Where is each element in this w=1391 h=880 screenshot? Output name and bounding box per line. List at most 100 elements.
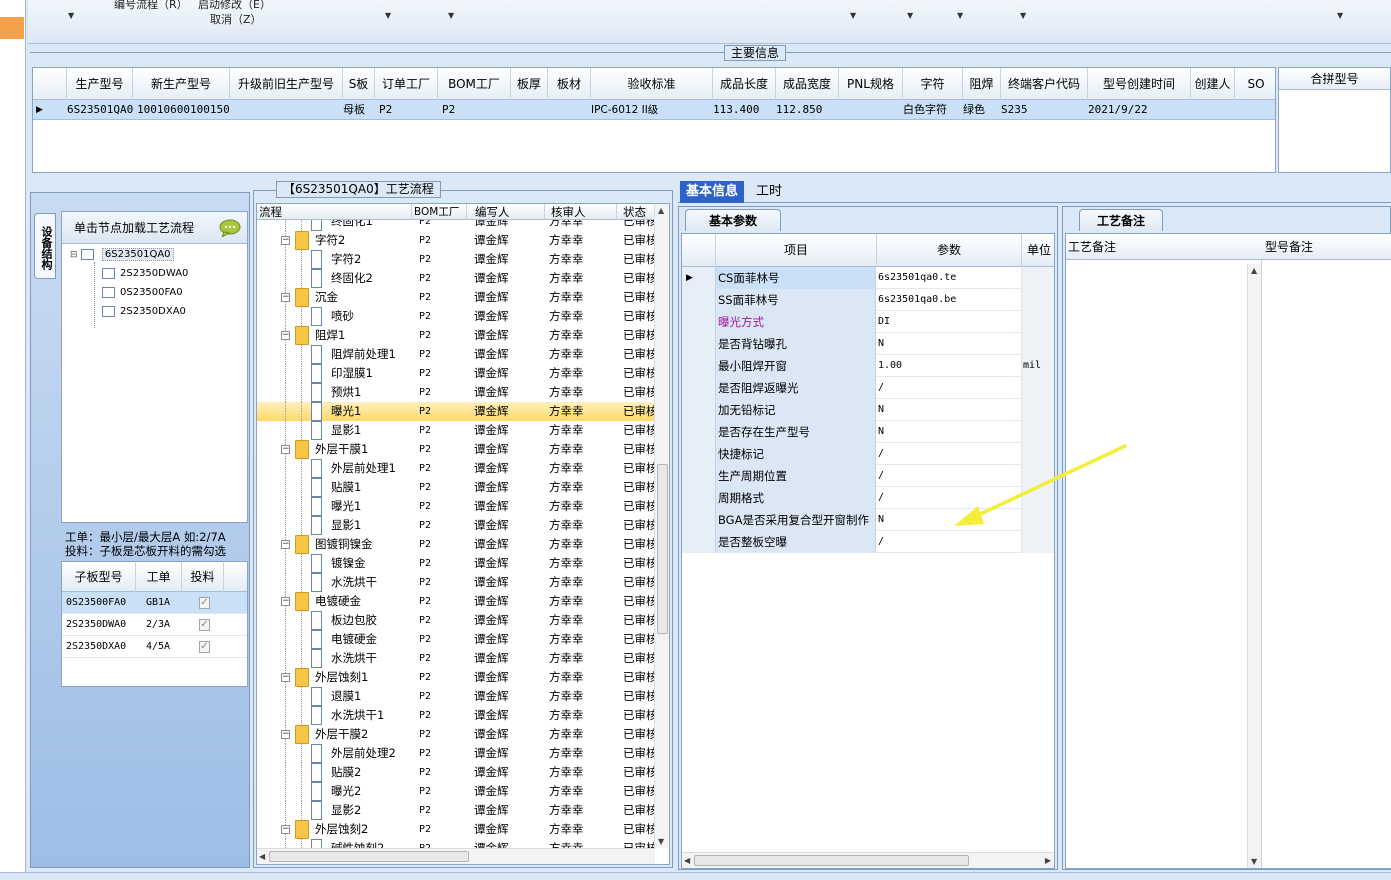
flow-bom-factory[interactable]: P2	[419, 269, 431, 288]
flow-status[interactable]: 已审核	[623, 725, 655, 744]
col-char[interactable]: 字符	[903, 68, 963, 100]
tree-child-node[interactable]: 2S2350DXA0	[102, 303, 186, 321]
flow-reviewer[interactable]: 方幸幸	[549, 744, 584, 763]
flow-reviewer[interactable]: 方幸幸	[549, 801, 584, 820]
flow-reviewer[interactable]: 方幸幸	[549, 649, 584, 668]
col-so[interactable]: SO	[1235, 68, 1277, 100]
param-row[interactable]: 是否整板空曝 /	[682, 531, 1054, 553]
flow-writer[interactable]: 谭金辉	[474, 497, 509, 516]
flow-writer[interactable]: 谭金辉	[474, 345, 509, 364]
flow-writer[interactable]: 谭金辉	[474, 307, 509, 326]
menu-number-flow[interactable]: 编号流程（R）	[114, 0, 188, 12]
collapse-icon[interactable]: −	[281, 597, 290, 606]
flow-step-name[interactable]: 字符2	[315, 231, 345, 250]
flow-writer[interactable]: 谭金辉	[474, 592, 509, 611]
cell-standard[interactable]: IPC-6012 II级	[591, 100, 658, 120]
param-value[interactable]: 6s23501qa0.be	[877, 289, 1022, 311]
flow-writer[interactable]: 谭金辉	[474, 288, 509, 307]
flow-row[interactable]: 外层前处理1 P2 谭金辉 方幸幸 已审核	[257, 459, 655, 478]
scroll-left-icon[interactable]: ◀	[259, 852, 265, 861]
param-value[interactable]: /	[877, 443, 1022, 465]
flow-bom-factory[interactable]: P2	[419, 763, 431, 782]
param-row[interactable]: 周期格式 /	[682, 487, 1054, 509]
cell-new-model[interactable]: 10010600100150	[137, 100, 230, 120]
flow-step-name[interactable]: 碱性蚀刻2	[331, 839, 384, 848]
scroll-thumb[interactable]	[657, 464, 668, 634]
flow-row[interactable]: 电镀硬金 P2 谭金辉 方幸幸 已审核	[257, 630, 655, 649]
flow-status[interactable]: 已审核	[623, 649, 655, 668]
flow-bom-factory[interactable]: P2	[419, 611, 431, 630]
col-new-model[interactable]: 新生产型号	[133, 68, 230, 100]
flow-reviewer[interactable]: 方幸幸	[549, 763, 584, 782]
flow-status[interactable]: 已审核	[623, 839, 655, 848]
flow-status[interactable]: 已审核	[623, 592, 655, 611]
col-param[interactable]: 参数	[877, 234, 1022, 267]
flow-step-name[interactable]: 水洗烘干	[331, 649, 377, 668]
flow-writer[interactable]: 谭金辉	[474, 668, 509, 687]
flow-bom-factory[interactable]: P2	[419, 421, 431, 440]
flow-writer[interactable]: 谭金辉	[474, 573, 509, 592]
flow-bom-factory[interactable]: P2	[419, 649, 431, 668]
cell-solder[interactable]: 绿色	[963, 100, 985, 120]
flow-step-name[interactable]: 阻焊1	[315, 326, 345, 345]
flow-step-name[interactable]: 外层蚀刻2	[315, 820, 368, 839]
flow-row[interactable]: 水洗烘干 P2 谭金辉 方幸幸 已审核	[257, 649, 655, 668]
flow-status[interactable]: 已审核	[623, 763, 655, 782]
flow-reviewer[interactable]: 方幸幸	[549, 706, 584, 725]
flow-step-name[interactable]: 贴膜1	[331, 478, 361, 497]
flow-bom-factory[interactable]: P2	[419, 801, 431, 820]
flow-status[interactable]: 已审核	[623, 440, 655, 459]
flow-writer[interactable]: 谭金辉	[474, 516, 509, 535]
flow-writer[interactable]: 谭金辉	[474, 725, 509, 744]
flow-bom-factory[interactable]: P2	[419, 364, 431, 383]
flow-step-name[interactable]: 水洗烘干1	[331, 706, 384, 725]
flow-bom-factory[interactable]: P2	[419, 839, 431, 848]
col-standard[interactable]: 验收标准	[591, 68, 713, 100]
flow-bom-factory[interactable]: P2	[419, 288, 431, 307]
flow-reviewer[interactable]: 方幸幸	[549, 231, 584, 250]
flow-row[interactable]: − 图镀铜镍金 P2 谭金辉 方幸幸 已审核	[257, 535, 655, 554]
col-status[interactable]: 状态	[617, 204, 655, 220]
flow-reviewer[interactable]: 方幸幸	[549, 269, 584, 288]
cell-width[interactable]: 112.850	[776, 100, 822, 120]
horizontal-scrollbar[interactable]: ◀	[257, 848, 655, 864]
flow-reviewer[interactable]: 方幸幸	[549, 478, 584, 497]
table-row[interactable]: 2S2350DWA0 2/3A ✓	[62, 614, 247, 636]
chevron-down-icon[interactable]: ▼	[957, 11, 963, 20]
flow-row[interactable]: 显影1 P2 谭金辉 方幸幸 已审核	[257, 421, 655, 440]
active-item-marker[interactable]	[0, 17, 24, 39]
flow-status[interactable]: 已审核	[623, 554, 655, 573]
flow-writer[interactable]: 谭金辉	[474, 801, 509, 820]
flow-step-name[interactable]: 电镀硬金	[315, 592, 361, 611]
flow-status[interactable]: 已审核	[623, 383, 655, 402]
chevron-down-icon[interactable]: ▼	[1337, 11, 1343, 20]
param-row[interactable]: ▶ CS面菲林号 6s23501qa0.te	[682, 267, 1054, 289]
flow-row[interactable]: 曝光1 P2 谭金辉 方幸幸 已审核	[257, 402, 655, 421]
flow-status[interactable]: 已审核	[623, 345, 655, 364]
flow-status[interactable]: 已审核	[623, 706, 655, 725]
flow-row[interactable]: − 字符2 P2 谭金辉 方幸幸 已审核	[257, 231, 655, 250]
flow-step-name[interactable]: 板边包胶	[331, 611, 377, 630]
flow-status[interactable]: 已审核	[623, 516, 655, 535]
flow-row[interactable]: 曝光2 P2 谭金辉 方幸幸 已审核	[257, 782, 655, 801]
tree-child-node[interactable]: 2S2350DWA0	[102, 265, 188, 283]
flow-step-name[interactable]: 退膜1	[331, 687, 361, 706]
flow-row[interactable]: 显影1 P2 谭金辉 方幸幸 已审核	[257, 516, 655, 535]
flow-row[interactable]: 水洗烘干1 P2 谭金辉 方幸幸 已审核	[257, 706, 655, 725]
table-row[interactable]: 0S23500FA0 GB1A ✓	[62, 592, 247, 614]
flow-row[interactable]: 板边包胶 P2 谭金辉 方幸幸 已审核	[257, 611, 655, 630]
param-value[interactable]: /	[877, 377, 1022, 399]
flow-reviewer[interactable]: 方幸幸	[549, 383, 584, 402]
flow-row[interactable]: 镀镍金 P2 谭金辉 方幸幸 已审核	[257, 554, 655, 573]
collapse-icon[interactable]: −	[281, 673, 290, 682]
chevron-down-icon[interactable]: ▼	[385, 11, 391, 20]
flow-bom-factory[interactable]: P2	[419, 459, 431, 478]
flow-step-name[interactable]: 印湿膜1	[331, 364, 373, 383]
col-writer[interactable]: 编写人	[467, 204, 545, 220]
flow-bom-factory[interactable]: P2	[419, 535, 431, 554]
flow-writer[interactable]: 谭金辉	[474, 459, 509, 478]
flow-row[interactable]: 印湿膜1 P2 谭金辉 方幸幸 已审核	[257, 364, 655, 383]
flow-bom-factory[interactable]: P2	[419, 687, 431, 706]
col-solder[interactable]: 阻焊	[963, 68, 1001, 100]
feed-checkbox[interactable]: ✓	[199, 641, 210, 653]
